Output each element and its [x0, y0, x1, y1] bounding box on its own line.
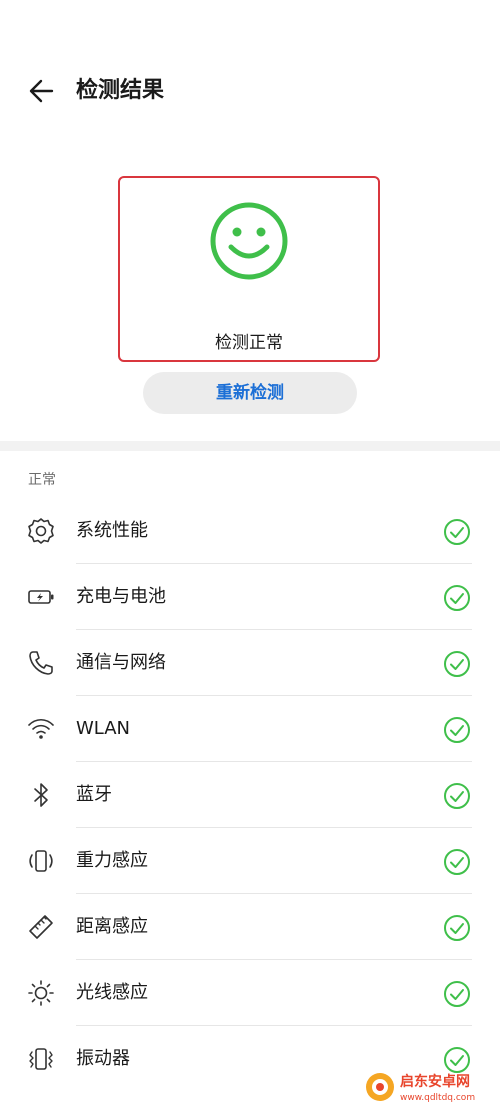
back-button[interactable]: [22, 74, 62, 108]
section-title: 正常: [28, 472, 56, 488]
check-circle-icon: [444, 717, 470, 743]
smiley-icon: [210, 202, 288, 280]
watermark-text: 启东安卓网: [400, 1073, 470, 1090]
list-item-charging-battery[interactable]: 充电与电池: [0, 564, 500, 630]
result-card: 检测正常: [118, 176, 380, 362]
check-circle-icon: [444, 981, 470, 1007]
check-circle-icon: [444, 783, 470, 809]
gravity-sensor-icon: [29, 850, 53, 872]
check-list: 系统性能 充电与电池 通信与网络 WLAN 蓝牙 重力感应 距离感应 光线感应 …: [0, 498, 500, 1092]
brightness-icon: [28, 980, 54, 1006]
list-item-label: 重力感应: [76, 850, 148, 871]
list-item-network[interactable]: 通信与网络: [0, 630, 500, 696]
list-item-label: 蓝牙: [76, 784, 112, 805]
watermark-url: www.qdltdq.com: [400, 1093, 475, 1103]
check-circle-icon: [444, 585, 470, 611]
list-item-light-sensor[interactable]: 光线感应: [0, 960, 500, 1026]
retest-button[interactable]: 重新检测: [143, 372, 357, 414]
list-item-proximity-sensor[interactable]: 距离感应: [0, 894, 500, 960]
list-item-label: WLAN: [76, 718, 131, 739]
header: 检测结果: [0, 60, 500, 122]
ruler-icon: [29, 915, 53, 939]
arrow-left-icon: [29, 79, 54, 103]
vibration-icon: [29, 1048, 53, 1070]
gear-icon: [28, 518, 54, 544]
list-item-label: 充电与电池: [76, 586, 166, 607]
list-item-label: 通信与网络: [76, 652, 166, 673]
page-title: 检测结果: [76, 78, 165, 103]
list-item-label: 距离感应: [76, 916, 148, 937]
list-item-label: 光线感应: [76, 982, 148, 1003]
list-item-system-performance[interactable]: 系统性能: [0, 498, 500, 564]
check-circle-icon: [444, 519, 470, 545]
list-item-label: 振动器: [76, 1048, 130, 1069]
list-item-gravity-sensor[interactable]: 重力感应: [0, 828, 500, 894]
check-circle-icon: [444, 915, 470, 941]
check-circle-icon: [444, 651, 470, 677]
phone-icon: [29, 651, 53, 675]
section-divider: [0, 441, 500, 451]
list-item-bluetooth[interactable]: 蓝牙: [0, 762, 500, 828]
battery-charging-icon: [28, 590, 54, 604]
wifi-icon: [28, 718, 54, 739]
result-status-label: 检测正常: [215, 333, 283, 353]
watermark-logo: 启东安卓网 www.qdltdq.com: [366, 1073, 475, 1103]
list-item-wlan[interactable]: WLAN: [0, 696, 500, 762]
check-circle-icon: [444, 849, 470, 875]
bluetooth-icon: [34, 783, 48, 807]
list-item-label: 系统性能: [76, 520, 148, 541]
